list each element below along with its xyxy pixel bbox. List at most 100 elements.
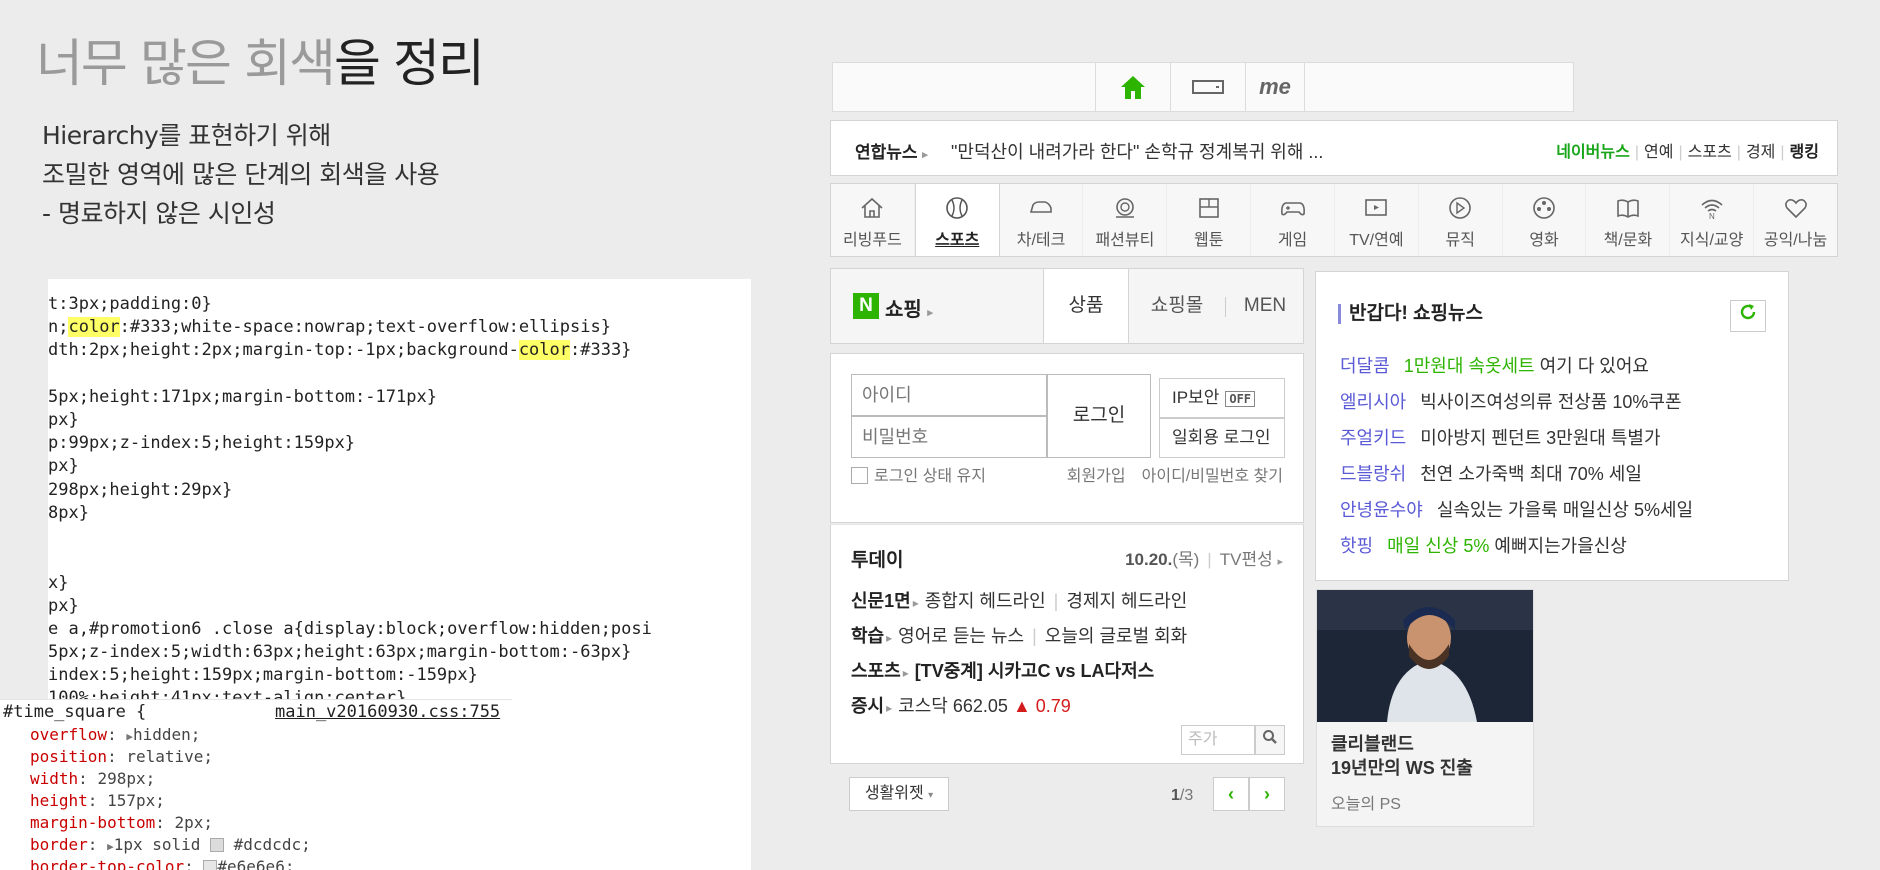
today-tag[interactable]: 신문1면 bbox=[851, 591, 911, 611]
code-line: e a,#promotion6 .close a{display:block;o… bbox=[48, 619, 652, 639]
category-car-tech[interactable]: 차/테크 bbox=[1000, 184, 1084, 256]
color-swatch[interactable] bbox=[203, 860, 218, 870]
css-property[interactable]: position: relative; bbox=[30, 746, 213, 768]
css-selector: #time_square { bbox=[3, 702, 147, 722]
desc-line: - 명료하지 않은 시인성 bbox=[42, 199, 276, 228]
shopping-link[interactable]: 쇼핑 ▸ bbox=[885, 293, 933, 322]
economy-link[interactable]: 경제 bbox=[1746, 144, 1775, 161]
tv-schedule-link[interactable]: TV편성 bbox=[1220, 550, 1273, 569]
prev-page-button[interactable]: ‹ bbox=[1213, 777, 1249, 811]
expand-triangle-icon[interactable]: ▶ bbox=[107, 840, 114, 853]
news-links: 네이버뉴스 | 연예 | 스포츠 | 경제 | 랭킹 bbox=[1556, 144, 1819, 161]
login-box: 아이디 비밀번호 로그인 IP보안 OFF 일회용 로그인 로그인 상태 유지 회… bbox=[830, 353, 1304, 523]
today-link[interactable]: 종합지 헤드라인 bbox=[925, 591, 1046, 611]
category-game[interactable]: 게임 bbox=[1251, 184, 1335, 256]
code-line: px} bbox=[48, 456, 79, 476]
color-swatch[interactable] bbox=[210, 838, 225, 852]
ip-security-toggle[interactable]: IP보안 OFF bbox=[1159, 378, 1285, 418]
one-time-login-button[interactable]: 일회용 로그인 bbox=[1159, 418, 1285, 458]
tab-shopping-mall[interactable]: 쇼핑몰 bbox=[1129, 269, 1225, 343]
stock-value: 662.05 bbox=[952, 696, 1008, 716]
category-music[interactable]: 뮤직 bbox=[1419, 184, 1503, 256]
svg-text:N: N bbox=[1709, 212, 1715, 220]
tab-men[interactable]: MEN bbox=[1227, 269, 1303, 343]
password-input[interactable]: 비밀번호 bbox=[851, 416, 1047, 458]
me-icon[interactable]: me bbox=[1245, 63, 1305, 111]
expand-triangle-icon[interactable]: ▶ bbox=[126, 730, 133, 743]
today-tag[interactable]: 학습 bbox=[851, 626, 884, 646]
id-input[interactable]: 아이디 bbox=[851, 374, 1047, 416]
category-webtoon[interactable]: 웹툰 bbox=[1167, 184, 1252, 256]
code-line: px} bbox=[48, 596, 79, 616]
css-property[interactable]: margin-bottom: 2px; bbox=[30, 812, 213, 834]
photo-news-image[interactable] bbox=[1317, 590, 1533, 722]
today-link[interactable]: [TV중계] 시카고C vs LA다저스 bbox=[915, 661, 1155, 681]
category-book-culture[interactable]: 책/문화 bbox=[1586, 184, 1671, 256]
category-tv-entertainment[interactable]: TV/연예 bbox=[1335, 184, 1419, 256]
css-source-link[interactable]: main_v20160930.css:755 bbox=[275, 702, 500, 722]
css-property[interactable]: height: 157px; bbox=[30, 790, 165, 812]
today-link[interactable]: 경제지 헤드라인 bbox=[1066, 591, 1187, 611]
news-headline[interactable]: "만덕산이 내려가라 한다" 손학규 정계복귀 위해 ... bbox=[951, 138, 1323, 164]
top-service-bar: me bbox=[832, 62, 1574, 112]
today-date: 10.20.(목) | TV편성 ▸ bbox=[1125, 550, 1283, 569]
shopping-bar: N 쇼핑 ▸ 상품 쇼핑몰 MEN bbox=[830, 268, 1304, 344]
css-property[interactable]: border-top-color: #e6e6e6; bbox=[30, 856, 294, 870]
desc-line: Hierarchy를 표현하기 위해 bbox=[42, 121, 331, 150]
search-icon[interactable] bbox=[1255, 725, 1285, 755]
shopping-news-item[interactable]: 안녕윤수야 실속있는 가을룩 매일신상 5%세일 bbox=[1340, 496, 1693, 522]
today-link[interactable]: 오늘의 글로벌 회화 bbox=[1045, 626, 1187, 646]
tv-icon bbox=[1365, 199, 1388, 216]
home-icon[interactable] bbox=[1095, 63, 1170, 111]
code-line: dth:2px;height:2px;margin-top:-1px;backg… bbox=[48, 340, 632, 360]
category-public-sharing[interactable]: 공익/나눔 bbox=[1754, 184, 1837, 256]
category-movie[interactable]: 영화 bbox=[1503, 184, 1587, 256]
life-widget-dropdown[interactable]: 생활위젯 ▾ bbox=[849, 777, 949, 811]
category-sports[interactable]: 스포츠 bbox=[914, 184, 1000, 256]
today-pager: 1/3 bbox=[1171, 787, 1194, 804]
chevron-down-icon: ▾ bbox=[928, 790, 934, 801]
css-property[interactable]: width: 298px; bbox=[30, 768, 155, 790]
shopping-news-item[interactable]: 드블랑쉬 천연 소가죽백 최대 70% 세일 bbox=[1340, 460, 1642, 486]
checkbox-icon[interactable] bbox=[851, 467, 868, 484]
signup-link[interactable]: 회원가입 bbox=[1067, 468, 1126, 485]
sports-link[interactable]: 스포츠 bbox=[1688, 144, 1732, 161]
next-page-button[interactable]: › bbox=[1249, 777, 1285, 811]
shopping-news-item[interactable]: 더달콤 1만원대 속옷세트 여기 다 있어요 bbox=[1340, 352, 1649, 378]
stock-name[interactable]: 코스닥 bbox=[898, 696, 948, 716]
photo-news-caption[interactable]: 클리블랜드 19년만의 WS 진출 bbox=[1331, 732, 1473, 780]
stock-change: ▲ 0.79 bbox=[1012, 696, 1071, 716]
naver-news-link[interactable]: 네이버뉴스 bbox=[1556, 144, 1630, 161]
shopping-news-item[interactable]: 주얼키드 미아방지 펜던트 3만원대 특별가 bbox=[1340, 424, 1661, 450]
entertainment-link[interactable]: 연예 bbox=[1644, 144, 1673, 161]
find-account-link[interactable]: 아이디/비밀번호 찾기 bbox=[1142, 468, 1283, 485]
slide-title-dark-part: 을 정리 bbox=[333, 35, 485, 94]
shopping-news-item[interactable]: 핫핑 매일 신상 5% 예뻐지는가을신상 bbox=[1340, 532, 1627, 558]
naver-n-logo: N bbox=[853, 293, 879, 319]
shopping-news-item[interactable]: 엘리시아 빅사이즈여성의류 전상품 10%쿠폰 bbox=[1340, 388, 1682, 414]
heart-icon bbox=[1784, 199, 1807, 219]
desc-line: 조밀한 영역에 많은 단계의 회색을 사용 bbox=[42, 160, 440, 189]
login-button[interactable]: 로그인 bbox=[1047, 374, 1151, 458]
stock-search-input[interactable]: 주가 bbox=[1181, 725, 1255, 755]
category-knowledge[interactable]: N 지식/교양 bbox=[1670, 184, 1755, 256]
code-line: index:5;height:159px;margin-bottom:-159p… bbox=[48, 665, 478, 685]
ranking-link[interactable]: 랭킹 bbox=[1790, 144, 1819, 161]
book-icon bbox=[1617, 199, 1639, 218]
css-property[interactable]: overflow: ▶hidden; bbox=[30, 724, 200, 746]
css-property[interactable]: border: ▶1px solid #dcdcdc; bbox=[30, 834, 311, 856]
category-fashion-beauty[interactable]: 패션뷰티 bbox=[1083, 184, 1168, 256]
news-press[interactable]: 연합뉴스 ▸ bbox=[855, 138, 928, 163]
tab-products[interactable]: 상품 bbox=[1043, 269, 1129, 343]
photo-news-source: 오늘의 PS bbox=[1331, 796, 1401, 813]
baseball-icon bbox=[946, 197, 969, 219]
tablet-icon[interactable] bbox=[1170, 63, 1245, 111]
photo-news-card[interactable]: 클리블랜드 19년만의 WS 진출 오늘의 PS bbox=[1316, 589, 1534, 827]
today-link[interactable]: 영어로 듣는 뉴스 bbox=[898, 626, 1024, 646]
today-tag[interactable]: 증시 bbox=[851, 696, 884, 716]
today-tag[interactable]: 스포츠 bbox=[851, 661, 901, 681]
keep-login-checkbox[interactable]: 로그인 상태 유지 bbox=[851, 462, 986, 486]
code-line: px} bbox=[48, 410, 79, 430]
refresh-icon[interactable] bbox=[1730, 300, 1766, 332]
category-living-food[interactable]: 리빙푸드 bbox=[831, 184, 915, 256]
